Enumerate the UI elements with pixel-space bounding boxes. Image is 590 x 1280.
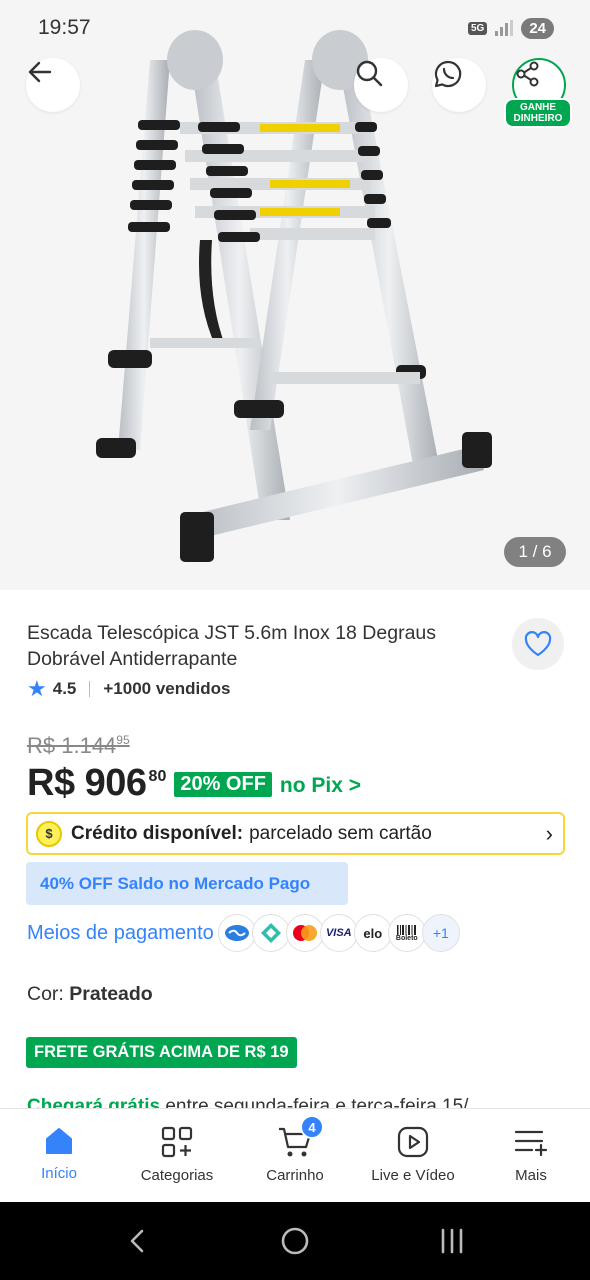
original-price-cents: 95: [116, 733, 130, 747]
nav-categories[interactable]: Categorias: [118, 1109, 236, 1202]
system-navigation-bar: [0, 1202, 590, 1280]
credit-description: parcelado sem cartão: [249, 822, 432, 844]
color-selector[interactable]: Cor: Prateado: [27, 983, 153, 1006]
nav-cart-label: Carrinho: [266, 1167, 324, 1184]
share-icon: [516, 61, 539, 87]
ladder-product-image: [96, 30, 492, 562]
rating-value: 4.5: [52, 679, 77, 698]
search-button[interactable]: [354, 58, 408, 112]
nav-live-video[interactable]: Live e Vídeo: [354, 1109, 472, 1202]
payment-methods-link[interactable]: Meios de pagamento: [27, 922, 214, 945]
back-button[interactable]: [26, 58, 80, 112]
system-recents-icon[interactable]: [437, 1226, 467, 1256]
home-icon: [46, 1128, 72, 1154]
status-time: 19:57: [38, 16, 91, 39]
coin-icon: $: [36, 820, 62, 847]
credit-available-banner[interactable]: $ Crédito disponível: parcelado sem cart…: [26, 812, 565, 855]
system-home-icon[interactable]: [280, 1226, 310, 1256]
sold-count: +1000 vendidos: [103, 679, 231, 698]
free-shipping-badge: FRETE GRÁTIS ACIMA DE R$ 19: [26, 1037, 297, 1068]
nav-more[interactable]: Mais: [472, 1109, 590, 1202]
system-back-icon[interactable]: [123, 1226, 153, 1256]
nav-cart[interactable]: 4 Carrinho: [236, 1109, 354, 1202]
share-earn-button[interactable]: GANHE DINHEIRO: [504, 56, 572, 128]
delivery-info: Chegará grátis entre segunda-feira e ter…: [27, 1094, 567, 1108]
more-payment-methods[interactable]: +1: [421, 914, 460, 952]
play-icon: [397, 1126, 429, 1158]
nav-more-label: Mais: [515, 1167, 547, 1184]
rating-row[interactable]: ★ 4.5 +1000 vendidos: [27, 678, 230, 700]
payment-methods-row[interactable]: Meios de pagamento VISA elo Boleto +1: [27, 914, 460, 952]
credit-label: Crédito disponível:: [71, 822, 244, 844]
boleto-icon: Boleto: [387, 914, 426, 952]
current-price: R$ 906: [27, 762, 147, 804]
visa-icon: VISA: [319, 914, 358, 952]
status-bar: 19:57 5G 24: [0, 0, 590, 56]
status-icons: 5G 24: [467, 17, 554, 39]
chevron-right-icon: ›: [545, 820, 553, 846]
signal-icon: [495, 20, 514, 36]
nav-categories-label: Categorias: [140, 1167, 214, 1184]
discount-badge: 20% OFF: [174, 772, 272, 797]
search-icon: [356, 60, 383, 87]
divider: [89, 681, 91, 697]
nav-live-video-label: Live e Vídeo: [371, 1167, 455, 1184]
original-price-main: R$ 1.144: [27, 733, 117, 758]
bottom-navigation: Início Categorias 4 Carrinho Live e Víde…: [0, 1108, 590, 1202]
menu-plus-icon: [514, 1130, 548, 1157]
original-price: R$ 1.14495: [27, 733, 130, 759]
cart-count-badge: 4: [300, 1115, 324, 1139]
pix-icon: [251, 914, 290, 952]
nav-home-label: Início: [41, 1165, 77, 1182]
categories-icon: [161, 1126, 193, 1158]
color-value: Prateado: [69, 983, 153, 1005]
delivery-date: entre segunda-feira e terça-feira 15/: [165, 1096, 469, 1108]
whatsapp-icon: [434, 60, 462, 88]
mastercard-icon: [285, 914, 324, 952]
nav-home[interactable]: Início: [0, 1109, 118, 1202]
elo-icon: elo: [353, 914, 392, 952]
heart-icon: [524, 631, 552, 657]
favorite-button[interactable]: [512, 618, 564, 670]
arrow-left-icon: [28, 61, 52, 83]
color-label: Cor:: [27, 983, 64, 1005]
share-earn-badge: GANHE DINHEIRO: [504, 98, 572, 128]
product-image-gallery[interactable]: GANHE DINHEIRO 1 / 6: [0, 0, 590, 590]
product-title: Escada Telescópica JST 5.6m Inox 18 Degr…: [27, 622, 437, 670]
network-5g-icon: 5G: [467, 21, 488, 35]
current-price-cents: 80: [148, 768, 167, 785]
mercadopago-icon: [217, 914, 256, 952]
image-counter: 1 / 6: [504, 537, 566, 567]
pix-link[interactable]: no Pix >: [280, 774, 361, 798]
mercado-pago-discount-badge: 40% OFF Saldo no Mercado Pago: [26, 862, 348, 905]
battery-icon: 24: [521, 17, 554, 39]
boleto-label: Boleto: [395, 934, 418, 942]
delivery-free-label: Chegará grátis: [27, 1096, 161, 1108]
whatsapp-share-button[interactable]: [432, 58, 486, 112]
star-icon: ★: [27, 676, 47, 701]
price-row: R$ 906 80 20% OFF no Pix >: [27, 762, 361, 805]
